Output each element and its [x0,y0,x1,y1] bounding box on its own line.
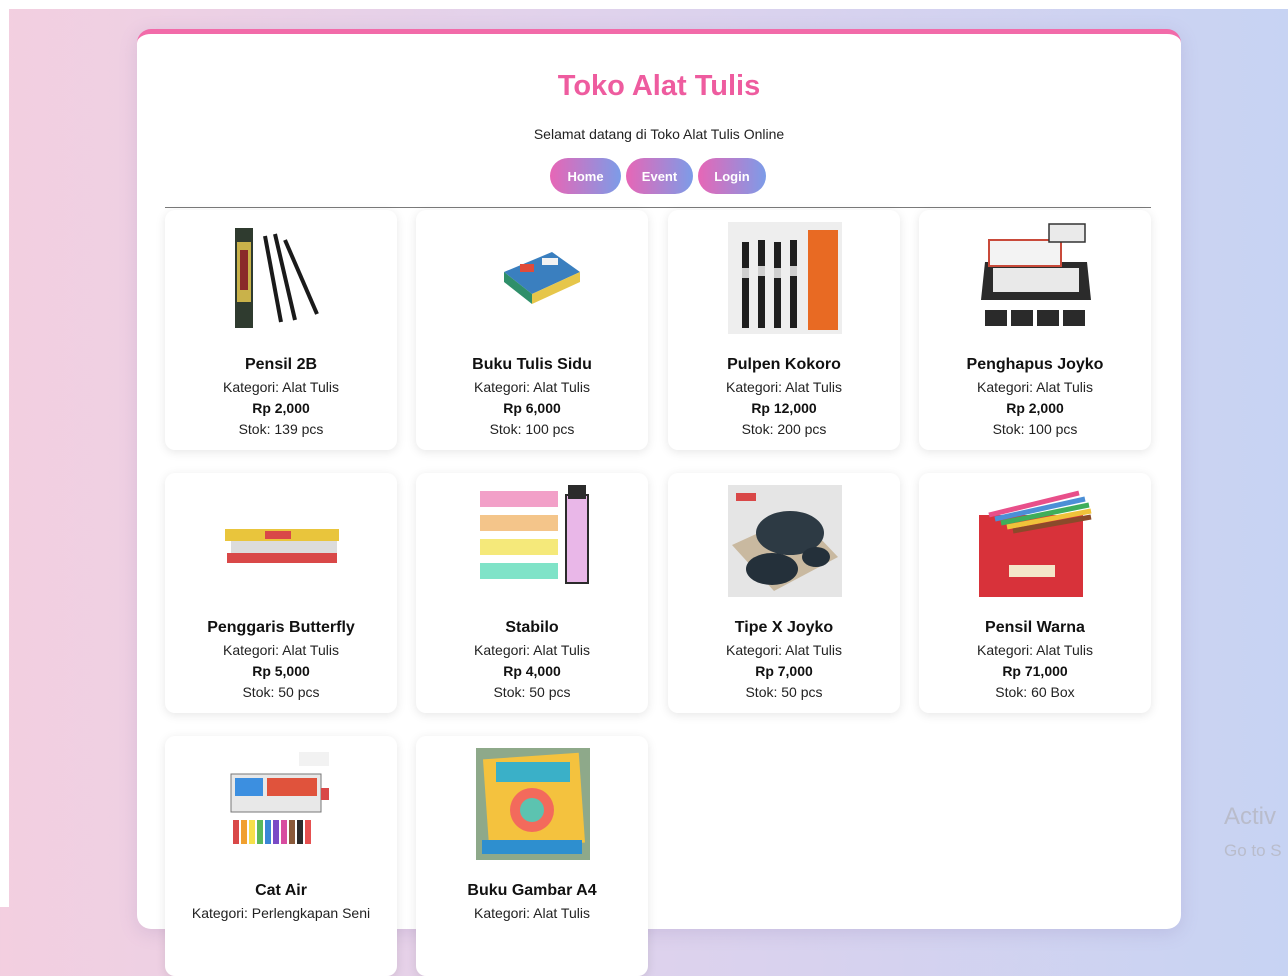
notebook-image [476,222,590,334]
product-card-pensil-2b[interactable]: Pensil 2B Kategori: Alat Tulis Rp 2,000 … [165,210,397,450]
drawing-book-image [476,748,590,860]
product-price: Rp 4,000 [503,663,561,679]
highlighter-image [476,485,590,597]
product-price: Rp 12,000 [751,400,817,416]
product-name: Pensil 2B [244,356,318,373]
product-stock: Stok: 50 pcs [493,684,571,700]
product-price: Rp 6,000 [503,400,561,416]
product-card-penggaris-butterfly[interactable]: Penggaris Butterfly Kategori: Alat Tulis… [165,473,397,713]
product-stock: Stok: 60 Box [995,684,1075,700]
product-price: Rp 2,000 [1006,400,1064,416]
product-name: Buku Gambar A4 [467,882,597,899]
product-card-pulpen-kokoro[interactable]: Pulpen Kokoro Kategori: Alat Tulis Rp 12… [668,210,900,450]
product-card-stabilo[interactable]: Stabilo Kategori: Alat Tulis Rp 4,000 St… [416,473,648,713]
product-price: Rp 2,000 [252,400,310,416]
activation-watermark-title: Activ [1224,803,1277,830]
product-stock: Stok: 50 pcs [745,684,823,700]
product-stock: Stok: 200 pcs [741,421,827,437]
product-category: Kategori: Alat Tulis [474,905,590,921]
top-strip [0,0,1288,9]
product-name: Cat Air [255,882,307,899]
header-divider [165,207,1151,208]
product-card-buku-gambar-a4[interactable]: Buku Gambar A4 Kategori: Alat Tulis [416,736,648,976]
watercolor-image [225,748,339,860]
ruler-image [225,485,339,597]
product-category: Kategori: Alat Tulis [977,642,1093,658]
correction-tape-image [728,485,842,597]
colored-pencil-image [979,485,1093,597]
event-button[interactable]: Event [626,158,693,194]
activation-watermark-subtitle: Go to S [1224,841,1282,860]
product-stock: Stok: 139 pcs [238,421,324,437]
nav-bar: Home Event Login [550,158,766,194]
pencil-image [225,222,339,334]
product-category: Kategori: Alat Tulis [474,642,590,658]
product-card-pensil-warna[interactable]: Pensil Warna Kategori: Alat Tulis Rp 71,… [919,473,1151,713]
product-category: Kategori: Alat Tulis [223,379,339,395]
welcome-text: Selamat datang di Toko Alat Tulis Online [533,126,785,142]
product-category: Kategori: Perlengkapan Seni [191,905,371,921]
product-card-tipe-x-joyko[interactable]: Tipe X Joyko Kategori: Alat Tulis Rp 7,0… [668,473,900,713]
product-name: Stabilo [505,619,559,636]
product-category: Kategori: Alat Tulis [474,379,590,395]
product-price: Rp 71,000 [1002,663,1068,679]
product-name: Penghapus Joyko [966,356,1104,373]
page-title: Toko Alat Tulis [557,70,761,102]
pen-image [728,222,842,334]
product-category: Kategori: Alat Tulis [726,642,842,658]
product-stock: Stok: 100 pcs [489,421,575,437]
store-container: Toko Alat Tulis Selamat datang di Toko A… [137,29,1181,976]
product-stock: Stok: 50 pcs [242,684,320,700]
product-card-buku-tulis-sidu[interactable]: Buku Tulis Sidu Kategori: Alat Tulis Rp … [416,210,648,450]
product-card-cat-air[interactable]: Cat Air Kategori: Perlengkapan Seni [165,736,397,976]
left-strip [0,0,9,907]
product-price: Rp 5,000 [252,663,310,679]
login-button[interactable]: Login [698,158,766,194]
product-stock: Stok: 100 pcs [992,421,1078,437]
product-category: Kategori: Alat Tulis [726,379,842,395]
product-name: Tipe X Joyko [734,619,834,636]
product-category: Kategori: Alat Tulis [977,379,1093,395]
product-name: Buku Tulis Sidu [472,356,592,373]
home-button[interactable]: Home [550,158,621,194]
product-name: Pulpen Kokoro [727,356,841,373]
eraser-image [979,222,1093,334]
product-name: Pensil Warna [985,619,1085,636]
product-card-penghapus-joyko[interactable]: Penghapus Joyko Kategori: Alat Tulis Rp … [919,210,1151,450]
product-name: Penggaris Butterfly [207,619,355,636]
product-category: Kategori: Alat Tulis [223,642,339,658]
product-price: Rp 7,000 [755,663,813,679]
